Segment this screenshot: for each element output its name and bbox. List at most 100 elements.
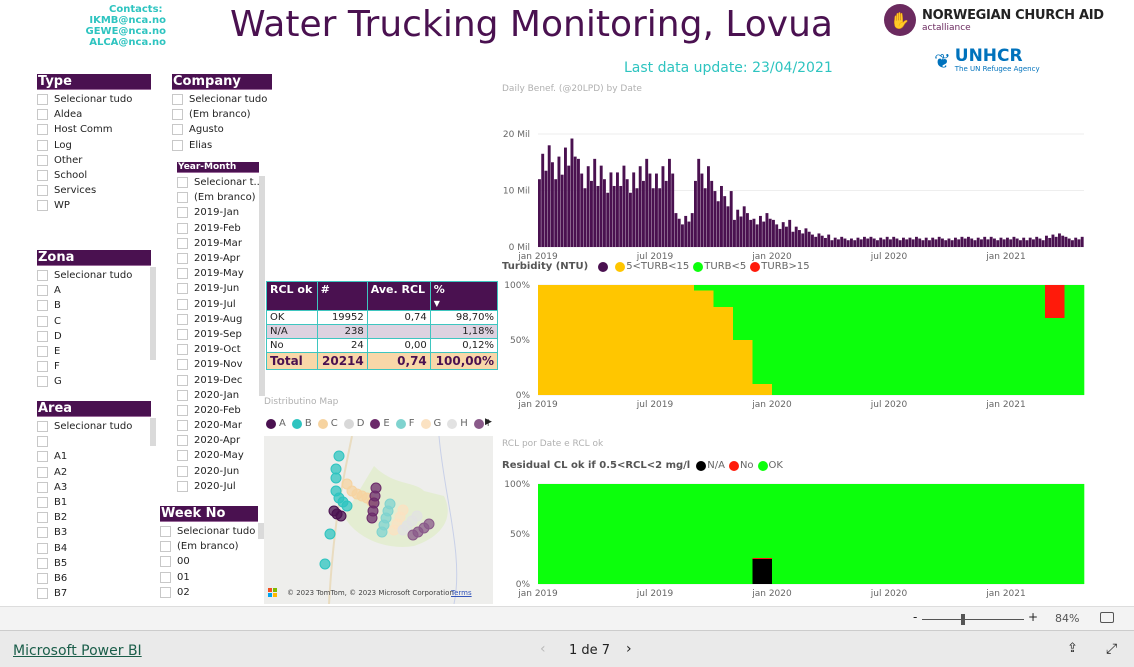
slicer-item[interactable]: 00: [160, 554, 258, 569]
slicer-item[interactable]: (Em branco): [177, 190, 259, 205]
bar-segment[interactable]: [772, 484, 792, 584]
bar[interactable]: [729, 191, 733, 247]
checkbox[interactable]: [177, 344, 188, 356]
bar[interactable]: [814, 236, 818, 247]
next-page-icon[interactable]: ›: [626, 641, 632, 657]
bar[interactable]: [1048, 237, 1052, 247]
legend-label[interactable]: E: [383, 418, 389, 429]
bar[interactable]: [993, 238, 996, 247]
bar[interactable]: [645, 158, 649, 247]
bar[interactable]: [895, 238, 899, 247]
bar[interactable]: [593, 158, 597, 247]
checkbox[interactable]: [37, 497, 48, 509]
checkbox[interactable]: [37, 481, 48, 493]
bar[interactable]: [798, 230, 801, 247]
bar-segment[interactable]: [674, 285, 695, 395]
bar[interactable]: [664, 180, 668, 247]
bar[interactable]: [742, 206, 746, 247]
legend-label[interactable]: H: [460, 418, 468, 429]
slicer-item[interactable]: Other: [37, 153, 151, 168]
bar-segment[interactable]: [694, 285, 714, 291]
bar[interactable]: [1064, 236, 1068, 247]
bar[interactable]: [567, 165, 571, 247]
checkbox[interactable]: [172, 139, 183, 151]
checkbox[interactable]: [177, 268, 188, 280]
bar[interactable]: [947, 238, 951, 247]
bar[interactable]: [599, 165, 603, 247]
checkbox[interactable]: [37, 588, 48, 600]
bar[interactable]: [570, 138, 574, 247]
bar-segment[interactable]: [791, 285, 812, 395]
bar[interactable]: [703, 188, 707, 247]
bar[interactable]: [668, 158, 671, 247]
bar-segment[interactable]: [1045, 318, 1065, 395]
bar[interactable]: [1028, 237, 1032, 247]
fit-to-page-icon[interactable]: [1100, 612, 1114, 623]
bar[interactable]: [898, 240, 902, 247]
bar-segment[interactable]: [947, 285, 968, 395]
bar[interactable]: [541, 153, 545, 247]
bar[interactable]: [1002, 239, 1006, 247]
bar[interactable]: [989, 236, 993, 247]
slicer-item[interactable]: D: [37, 329, 151, 344]
bar[interactable]: [876, 240, 879, 247]
checkbox[interactable]: [37, 270, 48, 282]
legend-label[interactable]: N/A: [707, 460, 725, 471]
bar[interactable]: [1071, 240, 1074, 247]
bar[interactable]: [658, 188, 662, 247]
bar[interactable]: [723, 196, 727, 247]
legend-label[interactable]: B: [305, 418, 312, 429]
bar[interactable]: [1022, 237, 1026, 247]
slicer-item[interactable]: B1: [37, 495, 151, 510]
bar[interactable]: [837, 239, 840, 247]
checkbox[interactable]: [37, 200, 48, 212]
bar[interactable]: [879, 237, 883, 247]
checkbox[interactable]: [37, 466, 48, 478]
legend-label[interactable]: G: [434, 418, 442, 429]
bar[interactable]: [957, 239, 961, 247]
checkbox[interactable]: [37, 512, 48, 524]
zoom-slider[interactable]: [922, 619, 1024, 620]
scrollbar[interactable]: [150, 267, 156, 360]
bar[interactable]: [622, 165, 626, 247]
checkbox[interactable]: [160, 556, 171, 568]
bar[interactable]: [778, 228, 782, 247]
bar-segment[interactable]: [869, 484, 890, 584]
slicer-item[interactable]: B: [37, 298, 151, 313]
map-point[interactable]: [397, 524, 409, 536]
bar[interactable]: [586, 166, 590, 247]
bar[interactable]: [963, 238, 967, 247]
bar[interactable]: [911, 239, 915, 247]
bar-segment[interactable]: [908, 484, 929, 584]
scrollbar[interactable]: [150, 418, 156, 446]
slicer-item[interactable]: 2019-Jun: [177, 281, 259, 296]
checkbox[interactable]: [177, 313, 188, 325]
bar[interactable]: [583, 188, 587, 247]
checkbox[interactable]: [160, 526, 171, 538]
slicer-item[interactable]: B6: [37, 571, 151, 586]
checkbox[interactable]: [37, 451, 48, 463]
bar[interactable]: [872, 238, 876, 247]
bar[interactable]: [850, 238, 853, 247]
slicer-item[interactable]: 2019-Aug: [177, 312, 259, 327]
bar[interactable]: [726, 206, 730, 247]
checkbox[interactable]: [37, 436, 48, 448]
bar-segment[interactable]: [694, 290, 714, 396]
bar[interactable]: [804, 228, 808, 247]
bar-segment[interactable]: [557, 484, 578, 584]
bar[interactable]: [736, 209, 740, 247]
checkbox[interactable]: [177, 359, 188, 371]
bar[interactable]: [1058, 233, 1061, 247]
legend-label[interactable]: A: [279, 418, 286, 429]
bar-segment[interactable]: [928, 484, 948, 584]
bar-segment[interactable]: [1025, 484, 1046, 584]
bar[interactable]: [1067, 238, 1071, 247]
bar[interactable]: [781, 222, 785, 247]
bar[interactable]: [713, 191, 717, 247]
bar[interactable]: [759, 215, 762, 247]
slicer-item[interactable]: B4: [37, 541, 151, 556]
bar-segment[interactable]: [733, 340, 753, 395]
bar-segment[interactable]: [947, 484, 968, 584]
checkbox[interactable]: [177, 435, 188, 447]
bar-segment[interactable]: [1045, 285, 1065, 318]
